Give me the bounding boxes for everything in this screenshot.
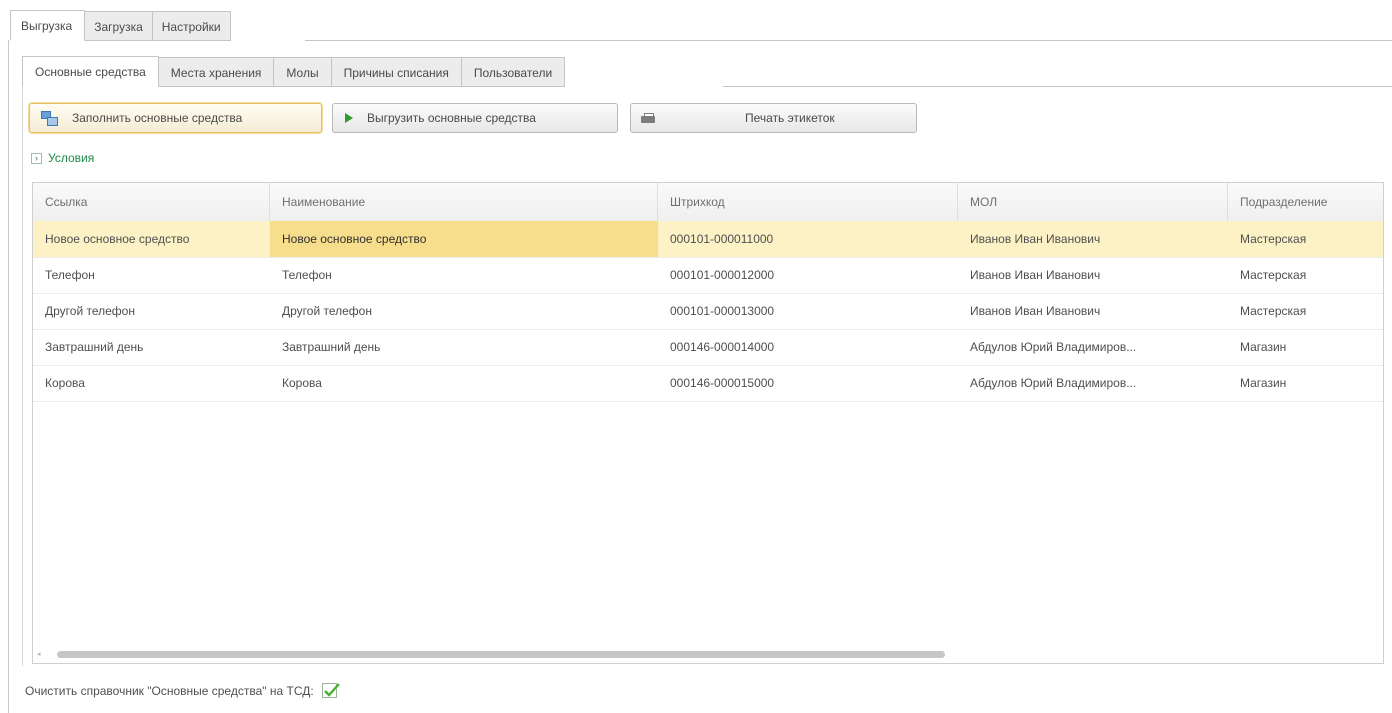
conditions-toggle[interactable]: › Условия xyxy=(31,151,94,165)
cell-link[interactable]: Новое основное средство xyxy=(33,221,270,257)
checkmark-icon xyxy=(323,683,340,697)
conditions-label: Условия xyxy=(48,151,95,165)
expand-icon: › xyxy=(31,152,42,164)
clear-directory-checkbox[interactable] xyxy=(321,683,340,698)
cell-link[interactable]: Телефон xyxy=(33,257,270,293)
fill-assets-label: Заполнить основные средства xyxy=(72,111,243,125)
assets-table: Ссылка Наименование Штрихкод МОЛ Подразд… xyxy=(32,182,1384,664)
fill-table-icon xyxy=(40,110,58,126)
cell-link[interactable]: Корова xyxy=(33,365,270,401)
tab-export[interactable]: Выгрузка xyxy=(10,10,86,41)
app-window: Выгрузка Загрузка Настройки Основные сре… xyxy=(0,0,1392,713)
column-header-department[interactable]: Подразделение xyxy=(1228,183,1383,221)
clear-directory-option: Очистить справочник "Основные средства" … xyxy=(25,683,340,698)
tab-bar-divider xyxy=(305,40,1392,41)
inner-panel-border xyxy=(22,86,23,666)
scroll-left-arrow-icon[interactable]: ◂ xyxy=(37,651,51,658)
top-tab-bar: Выгрузка Загрузка Настройки xyxy=(10,10,231,41)
tab-storage-locations[interactable]: Места хранения xyxy=(158,57,275,87)
cell-mol[interactable]: Иванов Иван Иванович xyxy=(958,221,1228,257)
cell-mol[interactable]: Абдулов Юрий Владимиров... xyxy=(958,365,1228,401)
table-row[interactable]: Новое основное средство Новое основное с… xyxy=(33,221,1383,258)
cell-mol[interactable]: Абдулов Юрий Владимиров... xyxy=(958,329,1228,365)
table-row[interactable]: Корова Корова 000146-000015000 Абдулов Ю… xyxy=(33,365,1383,402)
cell-department[interactable]: Магазин xyxy=(1228,365,1383,401)
cell-name[interactable]: Телефон xyxy=(270,257,658,293)
table-row[interactable]: Завтрашний день Завтрашний день 000146-0… xyxy=(33,329,1383,366)
horizontal-scrollbar[interactable] xyxy=(57,651,945,658)
tab-writeoff-reasons[interactable]: Причины списания xyxy=(331,57,462,87)
cell-link[interactable]: Другой телефон xyxy=(33,293,270,329)
window-border xyxy=(8,40,9,713)
cell-department[interactable]: Мастерская xyxy=(1228,257,1383,293)
export-assets-label: Выгрузить основные средства xyxy=(367,111,536,125)
cell-barcode[interactable]: 000101-000011000 xyxy=(658,221,958,257)
cell-mol[interactable]: Иванов Иван Иванович xyxy=(958,257,1228,293)
tab-fixed-assets[interactable]: Основные средства xyxy=(22,56,159,87)
cell-link[interactable]: Завтрашний день xyxy=(33,329,270,365)
inner-tab-bar: Основные средства Места хранения Молы Пр… xyxy=(22,56,566,87)
column-header-name[interactable]: Наименование xyxy=(270,183,658,221)
cell-name[interactable]: Другой телефон xyxy=(270,293,658,329)
cell-department[interactable]: Магазин xyxy=(1228,329,1383,365)
inner-tab-divider xyxy=(723,86,1392,87)
table-header: Ссылка Наименование Штрихкод МОЛ Подразд… xyxy=(33,183,1383,222)
table-row[interactable]: Телефон Телефон 000101-000012000 Иванов … xyxy=(33,257,1383,294)
fill-assets-button[interactable]: Заполнить основные средства xyxy=(29,103,322,133)
cell-mol[interactable]: Иванов Иван Иванович xyxy=(958,293,1228,329)
tab-import[interactable]: Загрузка xyxy=(85,11,153,41)
cell-name[interactable]: Завтрашний день xyxy=(270,329,658,365)
cell-barcode[interactable]: 000146-000014000 xyxy=(658,329,958,365)
column-header-barcode[interactable]: Штрихкод xyxy=(658,183,958,221)
cell-name[interactable]: Корова xyxy=(270,365,658,401)
play-icon xyxy=(345,113,353,123)
column-header-link[interactable]: Ссылка xyxy=(33,183,270,221)
cell-name[interactable]: Новое основное средство xyxy=(270,221,658,257)
cell-barcode[interactable]: 000101-000013000 xyxy=(658,293,958,329)
tab-settings[interactable]: Настройки xyxy=(152,11,231,41)
tab-mols[interactable]: Молы xyxy=(274,57,332,87)
column-header-mol[interactable]: МОЛ xyxy=(958,183,1228,221)
clear-directory-label: Очистить справочник "Основные средства" … xyxy=(25,683,314,698)
export-assets-button[interactable]: Выгрузить основные средства xyxy=(332,103,618,133)
cell-department[interactable]: Мастерская xyxy=(1228,293,1383,329)
print-labels-button[interactable]: Печать этикеток xyxy=(630,103,917,133)
cell-department[interactable]: Мастерская xyxy=(1228,221,1383,257)
tab-users[interactable]: Пользователи xyxy=(461,57,566,87)
table-row[interactable]: Другой телефон Другой телефон 000101-000… xyxy=(33,293,1383,330)
cell-barcode[interactable]: 000146-000015000 xyxy=(658,365,958,401)
print-labels-label: Печать этикеток xyxy=(745,111,835,125)
printer-icon xyxy=(641,113,655,123)
cell-barcode[interactable]: 000101-000012000 xyxy=(658,257,958,293)
